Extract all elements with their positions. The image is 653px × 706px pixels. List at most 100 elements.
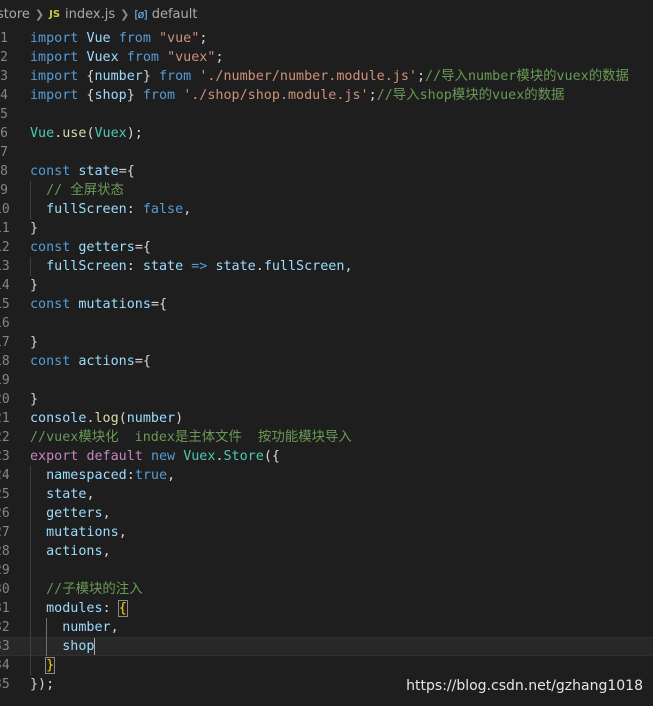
code-token: , xyxy=(118,525,127,540)
code-line[interactable]: 31 modules: { xyxy=(0,599,653,618)
code-line[interactable]: 5 xyxy=(0,105,653,124)
text-cursor xyxy=(94,638,96,655)
code-line[interactable]: 1 import Vue from "vue"; xyxy=(0,29,653,48)
line-number: 17 xyxy=(0,335,10,350)
code-line[interactable]: 24 namespaced:true, xyxy=(0,466,653,485)
code-line[interactable]: 19 xyxy=(0,371,653,390)
code-token: from xyxy=(126,50,159,65)
code-token: . xyxy=(215,449,224,464)
code-token: state xyxy=(215,259,256,274)
code-line[interactable]: 20} xyxy=(0,390,653,409)
code-line[interactable]: 22 //vuex模块化 index是主体文件 按功能模块导入 xyxy=(0,428,653,447)
code-line[interactable]: 32 number, xyxy=(0,618,653,637)
code-line[interactable]: 29 xyxy=(0,561,653,580)
code-token: ) xyxy=(175,411,184,426)
code-token: ; xyxy=(215,50,224,65)
code-token: Vuex xyxy=(183,449,216,464)
code-token: shop xyxy=(94,88,127,103)
code-text: getters, xyxy=(30,504,111,523)
code-text: export default new Vuex.Store({ xyxy=(30,447,280,466)
code-text: state, xyxy=(30,485,95,504)
code-token: state xyxy=(78,164,119,179)
code-token: Store xyxy=(223,449,264,464)
code-token: "vue" xyxy=(159,31,200,46)
code-line[interactable]: 17} xyxy=(0,333,653,352)
indent-guide xyxy=(30,466,31,675)
breadcrumb-file[interactable]: JS index.js xyxy=(49,7,115,22)
code-editor[interactable]: 1 import Vue from "vue"; 2 import Vuex from… xyxy=(0,29,653,706)
code-token: { xyxy=(117,600,128,617)
code-text: fullScreen: state => state.fullScreen, xyxy=(30,257,352,276)
code-line[interactable]: 23 export default new Vuex.Store({ xyxy=(0,447,653,466)
code-line[interactable]: 2 import Vuex from "vuex"; xyxy=(0,48,653,67)
line-number: 21 xyxy=(0,411,10,426)
code-token: , xyxy=(167,468,176,483)
code-token: state xyxy=(46,487,87,502)
code-token: const xyxy=(30,354,71,369)
code-text: const actions={ xyxy=(30,352,151,371)
code-line[interactable]: 6 Vue.use(Vuex); xyxy=(0,124,653,143)
code-text: import Vuex from "vuex"; xyxy=(30,48,224,67)
line-number: 8 xyxy=(0,164,8,179)
code-line[interactable]: 21 console.log(number) xyxy=(0,409,653,428)
code-line[interactable]: 13 fullScreen: state => state.fullScreen… xyxy=(0,257,653,276)
line-number: 6 xyxy=(0,126,8,141)
line-number: 32 xyxy=(0,620,10,635)
code-line[interactable]: 26 getters, xyxy=(0,504,653,523)
chevron-right-icon: ❯ xyxy=(120,8,130,21)
code-text: // 全屏状态 xyxy=(30,181,124,200)
line-number: 23 xyxy=(0,449,10,464)
code-token: . xyxy=(255,259,264,274)
code-token: false xyxy=(142,202,184,217)
code-line[interactable]: 14} xyxy=(0,276,653,295)
line-number: 27 xyxy=(0,525,10,540)
code-token: } xyxy=(142,69,159,84)
line-number: 34 xyxy=(0,658,10,673)
code-line[interactable]: 15 const mutations={ xyxy=(0,295,653,314)
code-line[interactable]: 12 const getters={ xyxy=(0,238,653,257)
code-token: : xyxy=(102,601,119,616)
code-line[interactable]: 28 actions, xyxy=(0,542,653,561)
code-token: './shop/shop.module.js' xyxy=(183,88,369,103)
code-line[interactable]: 18 const actions={ xyxy=(0,352,653,371)
code-line[interactable]: 11} xyxy=(0,219,653,238)
code-token: from xyxy=(159,69,192,84)
code-line[interactable]: 16 xyxy=(0,314,653,333)
code-line[interactable]: 25 state, xyxy=(0,485,653,504)
line-number: 14 xyxy=(0,278,10,293)
breadcrumb-folder[interactable]: store xyxy=(0,7,30,22)
code-line[interactable]: 7 xyxy=(0,143,653,162)
code-token: ={ xyxy=(118,164,135,179)
code-line[interactable]: 30 //子模块的注入 xyxy=(0,580,653,599)
code-token: } xyxy=(45,657,56,674)
code-line[interactable]: 4 import {shop} from './shop/shop.module.… xyxy=(0,86,653,105)
code-token: "vuex" xyxy=(167,50,216,65)
code-line[interactable]: 8 const state={ xyxy=(0,162,653,181)
breadcrumb-symbol[interactable]: [ø] default xyxy=(134,7,197,22)
code-line[interactable]: 9 // 全屏状态 xyxy=(0,181,653,200)
code-token: // 全屏状态 xyxy=(46,183,124,198)
line-number: 18 xyxy=(0,354,10,369)
code-token: shop xyxy=(62,639,95,654)
variable-symbol-icon: [ø] xyxy=(134,8,147,21)
line-number: 2 xyxy=(0,50,8,65)
watermark: https://blog.csdn.net/gzhang1018 xyxy=(406,678,643,694)
code-text: } xyxy=(30,390,38,409)
code-line[interactable]: 3 import {number} from './number/number.m… xyxy=(0,67,653,86)
line-number: 5 xyxy=(0,107,8,122)
code-token: , xyxy=(183,202,192,217)
code-line[interactable]: 27 mutations, xyxy=(0,523,653,542)
code-line[interactable]: 33 shop xyxy=(0,637,653,656)
line-number: 1 xyxy=(0,31,8,46)
breadcrumb: store ❯ JS index.js ❯ [ø] default xyxy=(0,0,653,29)
code-line[interactable]: 10 fullScreen: false, xyxy=(0,200,653,219)
code-token: log xyxy=(94,411,119,426)
code-line[interactable]: 34 } xyxy=(0,656,653,675)
code-token: , xyxy=(86,487,95,502)
